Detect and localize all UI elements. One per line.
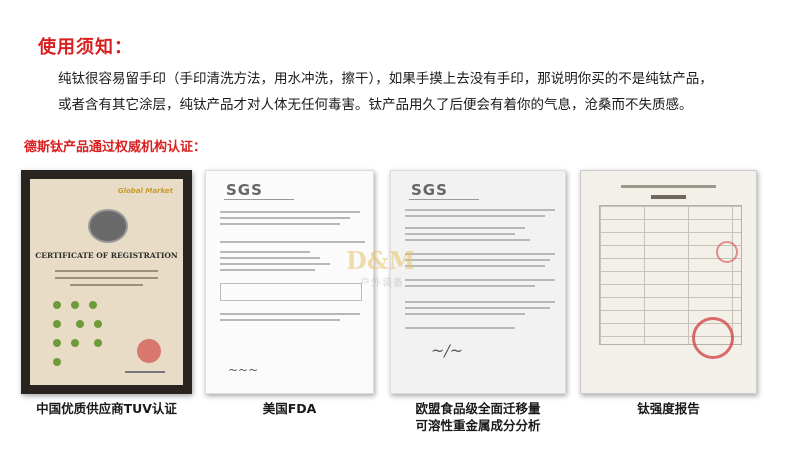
- certificate-image-strength: [580, 170, 757, 394]
- global-market-logo: Global Market: [117, 187, 173, 195]
- stamp-icon: [692, 317, 734, 359]
- sgs-logo: SGS: [226, 181, 263, 199]
- notice-line-2: 或者含有其它涂层，纯钛产品才对人体无任何毒害。钛产品用久了后便会有着你的气息，沧…: [58, 97, 693, 113]
- caption-eu-line-1: 欧盟食品级全面迁移量: [415, 401, 541, 416]
- certificate-image-tuv: Global Market CERTIFICATE OF REGISTRATIO…: [21, 170, 192, 394]
- notice-body: 纯钛很容易留手印（手印清洗方法，用水冲洗，擦干），如果手摸上去没有手印，那说明你…: [58, 66, 773, 118]
- signature: ~~~: [228, 363, 259, 377]
- sgs-logo-eu: SGS: [411, 181, 448, 199]
- watermark-text: 户外装备: [360, 278, 404, 289]
- signature-eu: ~/~: [431, 341, 464, 360]
- certification-heading: 德斯钛产品通过权威机构认证：: [24, 140, 207, 155]
- top-bar: [0, 0, 790, 18]
- watermark-logo: D&M: [346, 246, 416, 275]
- watermark: D&M 户外装备: [346, 246, 428, 289]
- stamp-icon-small: [716, 241, 738, 263]
- caption-tuv: 中国优质供应商TUV认证: [36, 401, 177, 416]
- notice-title: 使用须知：: [38, 37, 133, 58]
- certificate-badge-icons: [48, 297, 108, 373]
- caption-strength: 钛强度报告: [637, 401, 700, 416]
- seal-icon: [137, 339, 161, 363]
- caption-eu: 欧盟食品级全面迁移量 可溶性重金属成分分析: [390, 400, 566, 434]
- caption-eu-line-2: 可溶性重金属成分分析: [415, 418, 541, 433]
- results-table: [220, 283, 362, 301]
- certificate-text-lines: [55, 265, 158, 291]
- notice-line-1: 纯钛很容易留手印（手印清洗方法，用水冲洗，擦干），如果手摸上去没有手印，那说明你…: [58, 71, 713, 87]
- caption-fda: 美国FDA: [262, 401, 317, 416]
- globe-icon: [88, 209, 128, 243]
- certificate-title: CERTIFICATE OF REGISTRATION: [35, 251, 178, 260]
- signature-line: [125, 371, 165, 373]
